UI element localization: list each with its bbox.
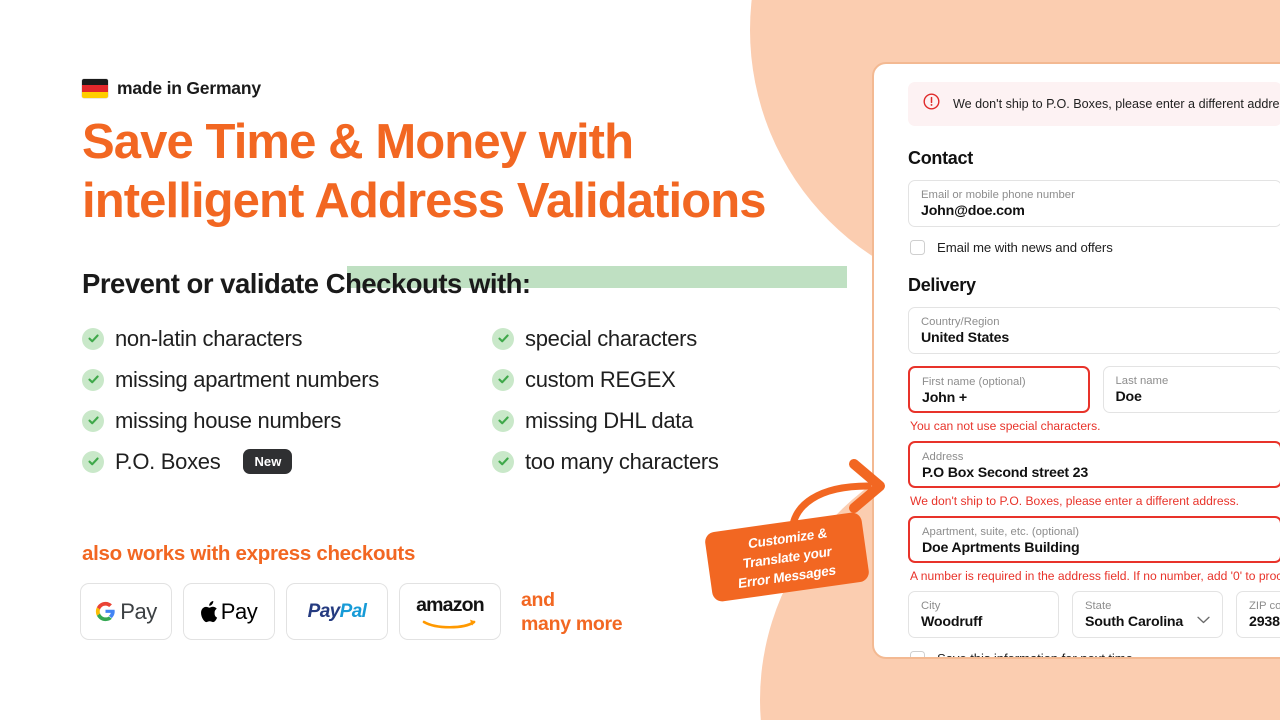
city-field-value: Woodruff — [921, 614, 983, 630]
promo-banner: made in Germany Save Time & Money with i… — [0, 0, 1280, 720]
delivery-section-title: Delivery — [908, 275, 976, 295]
name-fields-row: First name (optional) John + Last name D… — [908, 366, 1280, 413]
express-checkout-title: also works with express checkouts — [82, 542, 416, 565]
alert-message: We don't ship to P.O. Boxes, please ente… — [953, 97, 1280, 111]
check-circle-icon — [82, 327, 104, 350]
and-many-more-label: and many more — [521, 588, 623, 636]
country-field[interactable]: Country/Region United States — [908, 307, 1280, 354]
and-more-line-2: many more — [521, 612, 623, 635]
checkout-form-card: We don't ship to P.O. Boxes, please ente… — [872, 62, 1280, 659]
subheadline: Prevent or validate Checkouts with: — [82, 268, 531, 299]
email-field[interactable]: Email or mobile phone number John@doe.co… — [908, 180, 1280, 227]
feature-label: non-latin characters — [115, 325, 303, 351]
feature-label: P.O. Boxes — [115, 448, 221, 474]
check-circle-icon — [82, 409, 104, 432]
state-field-label: State — [1085, 600, 1112, 612]
error-circle-icon — [923, 93, 940, 115]
check-circle-icon — [492, 327, 514, 350]
country-field-label: Country/Region — [921, 316, 1000, 328]
country-field-value: United States — [921, 330, 1010, 346]
save-info-checkbox[interactable] — [910, 651, 925, 657]
newsletter-checkbox-row[interactable]: Email me with news and offers — [910, 240, 1280, 255]
last-name-field-value: Doe — [1115, 389, 1142, 405]
last-name-field[interactable]: Last name Doe — [1102, 366, 1280, 413]
apartment-field-label: Apartment, suite, etc. (optional) — [922, 526, 1079, 538]
last-name-field-label: Last name — [1115, 375, 1169, 387]
check-circle-icon — [492, 368, 514, 391]
amazon-smile-icon — [422, 619, 476, 629]
zip-field[interactable]: ZIP code 29388 — [1236, 591, 1280, 638]
first-name-field[interactable]: First name (optional) John + — [908, 366, 1090, 413]
newsletter-checkbox-label: Email me with news and offers — [937, 240, 1113, 255]
newsletter-checkbox[interactable] — [910, 240, 925, 255]
city-field[interactable]: City Woodruff — [908, 591, 1059, 638]
chevron-down-icon[interactable] — [1197, 611, 1210, 629]
address-field-label: Address — [922, 451, 964, 463]
paypal-label-a: Pay — [307, 600, 341, 622]
feature-item: non-latin characters — [82, 318, 492, 359]
payment-methods-row: Pay Pay PayPal amazon and many more — [80, 583, 623, 640]
callout-annotation: Customize & Translate your Error Message… — [700, 459, 910, 620]
feature-label: missing apartment numbers — [115, 366, 379, 392]
apartment-error: A number is required in the address fiel… — [910, 569, 1280, 583]
apartment-field[interactable]: Apartment, suite, etc. (optional) Doe Ap… — [908, 516, 1280, 563]
contact-section-title: Contact — [908, 148, 973, 168]
headline-line-2-highlight: Address Validations — [314, 174, 766, 228]
paypal-logo: PayPal — [286, 583, 388, 640]
feature-item: missing DHL data — [492, 400, 822, 441]
first-name-field-value: John + — [922, 390, 967, 406]
google-pay-label: Pay — [120, 598, 157, 624]
and-more-line-1: and — [521, 588, 555, 611]
feature-label: custom REGEX — [525, 366, 676, 392]
email-field-label: Email or mobile phone number — [921, 189, 1075, 201]
made-in-germany-label: made in Germany — [117, 78, 261, 98]
state-field[interactable]: State South Carolina — [1072, 591, 1223, 638]
headline-line-2: intelligent Address Validations — [82, 172, 882, 288]
check-circle-icon — [82, 368, 104, 391]
save-info-checkbox-row[interactable]: Save this information for next time — [910, 651, 1280, 659]
email-field-value: John@doe.com — [921, 203, 1025, 219]
check-circle-icon — [82, 450, 104, 473]
apple-pay-label: Pay — [220, 598, 258, 624]
page-title: Save Time & Money with intelligent Addre… — [82, 113, 882, 288]
paypal-label-b: Pal — [339, 600, 367, 622]
zip-field-label: ZIP code — [1249, 600, 1280, 612]
headline-line-1: Save Time & Money with — [82, 115, 634, 169]
amazon-pay-logo: amazon — [399, 583, 501, 640]
address-error: We don't ship to P.O. Boxes, please ente… — [910, 494, 1240, 508]
headline-line-2-plain: intelligent — [82, 174, 315, 228]
apple-icon — [200, 600, 217, 622]
first-name-error: You can not use special characters. — [910, 419, 1101, 433]
zip-field-value: 29388 — [1249, 614, 1280, 630]
po-box-alert-banner: We don't ship to P.O. Boxes, please ente… — [908, 82, 1280, 126]
feature-item: custom REGEX — [492, 359, 822, 400]
google-g-icon — [96, 601, 115, 622]
feature-label: special characters — [525, 325, 697, 351]
feature-item: missing house numbers — [82, 400, 492, 441]
amazon-label: amazon — [416, 594, 485, 616]
feature-label: missing DHL data — [525, 407, 694, 433]
new-badge: New — [243, 449, 293, 474]
check-circle-icon — [492, 409, 514, 432]
feature-item: special characters — [492, 318, 822, 359]
feature-item: P.O. Boxes New — [82, 441, 492, 482]
check-circle-icon — [492, 450, 514, 473]
apartment-field-value: Doe Aprtments Building — [922, 540, 1080, 556]
address-field[interactable]: Address P.O Box Second street 23 — [908, 441, 1280, 488]
feature-label: too many characters — [525, 448, 719, 474]
address-field-value: P.O Box Second street 23 — [922, 465, 1089, 481]
city-state-zip-row: City Woodruff State South Carolina ZIP c… — [908, 591, 1280, 638]
city-field-label: City — [921, 600, 941, 612]
feature-label: missing house numbers — [115, 407, 342, 433]
state-field-value: South Carolina — [1085, 614, 1184, 630]
apple-pay-logo: Pay — [183, 583, 275, 640]
german-flag-icon — [82, 79, 108, 98]
feature-item: missing apartment numbers — [82, 359, 492, 400]
made-in-germany-badge: made in Germany — [82, 78, 261, 99]
save-info-checkbox-label: Save this information for next time — [937, 651, 1133, 659]
google-pay-logo: Pay — [80, 583, 172, 640]
first-name-field-label: First name (optional) — [922, 376, 1026, 388]
